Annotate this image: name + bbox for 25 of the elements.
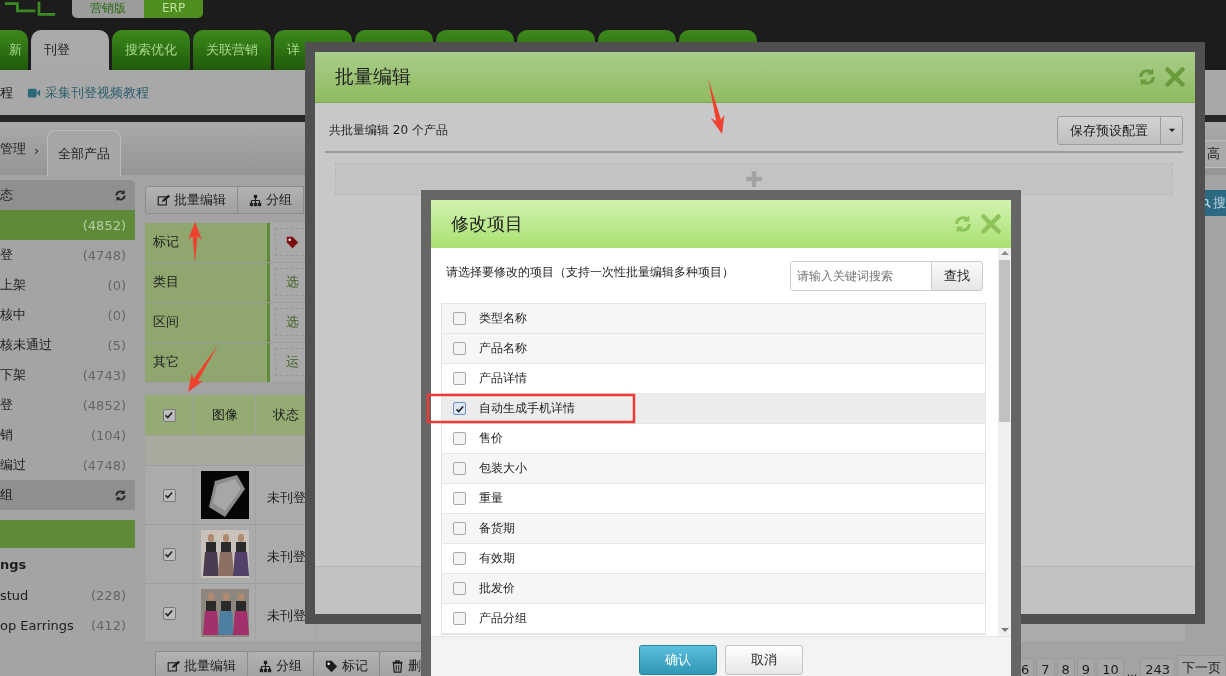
dialog-title: 批量编辑 — [335, 64, 411, 89]
option-label: 自动生成手机详情 — [479, 400, 575, 417]
option-label: 售价 — [479, 430, 503, 447]
option-label: 批发价 — [479, 580, 515, 597]
filter-label: 其它 — [145, 343, 270, 382]
filter-label: 标记 — [145, 223, 270, 262]
option-label: 类型名称 — [479, 310, 527, 327]
product-count-text: 共批量编辑 20 个产品 — [329, 121, 448, 139]
option-label: 备货期 — [479, 520, 515, 537]
option-label: 包装大小 — [479, 460, 527, 477]
filter-label: 类目 — [145, 263, 270, 302]
filter-label: 区间 — [145, 303, 270, 342]
option-label: 产品分组 — [479, 610, 527, 627]
section-title: 态 — [0, 186, 13, 204]
group-heading: ngs — [0, 556, 28, 574]
column-header: 图像 — [194, 395, 256, 435]
option-label: 有效期 — [479, 550, 515, 567]
instruction-text: 请选择要修改的项目（支持一次性批量编辑多种项目） — [445, 264, 734, 281]
option-label: 重量 — [479, 490, 503, 507]
section-title: 组 — [0, 486, 13, 504]
dialog-title: 修改项目 — [451, 212, 523, 236]
option-label: 产品详情 — [479, 370, 527, 387]
option-label: 产品名称 — [479, 340, 527, 357]
pagination-ellipsis: ... — [1125, 666, 1139, 676]
breadcrumb-separator: › — [33, 143, 41, 160]
